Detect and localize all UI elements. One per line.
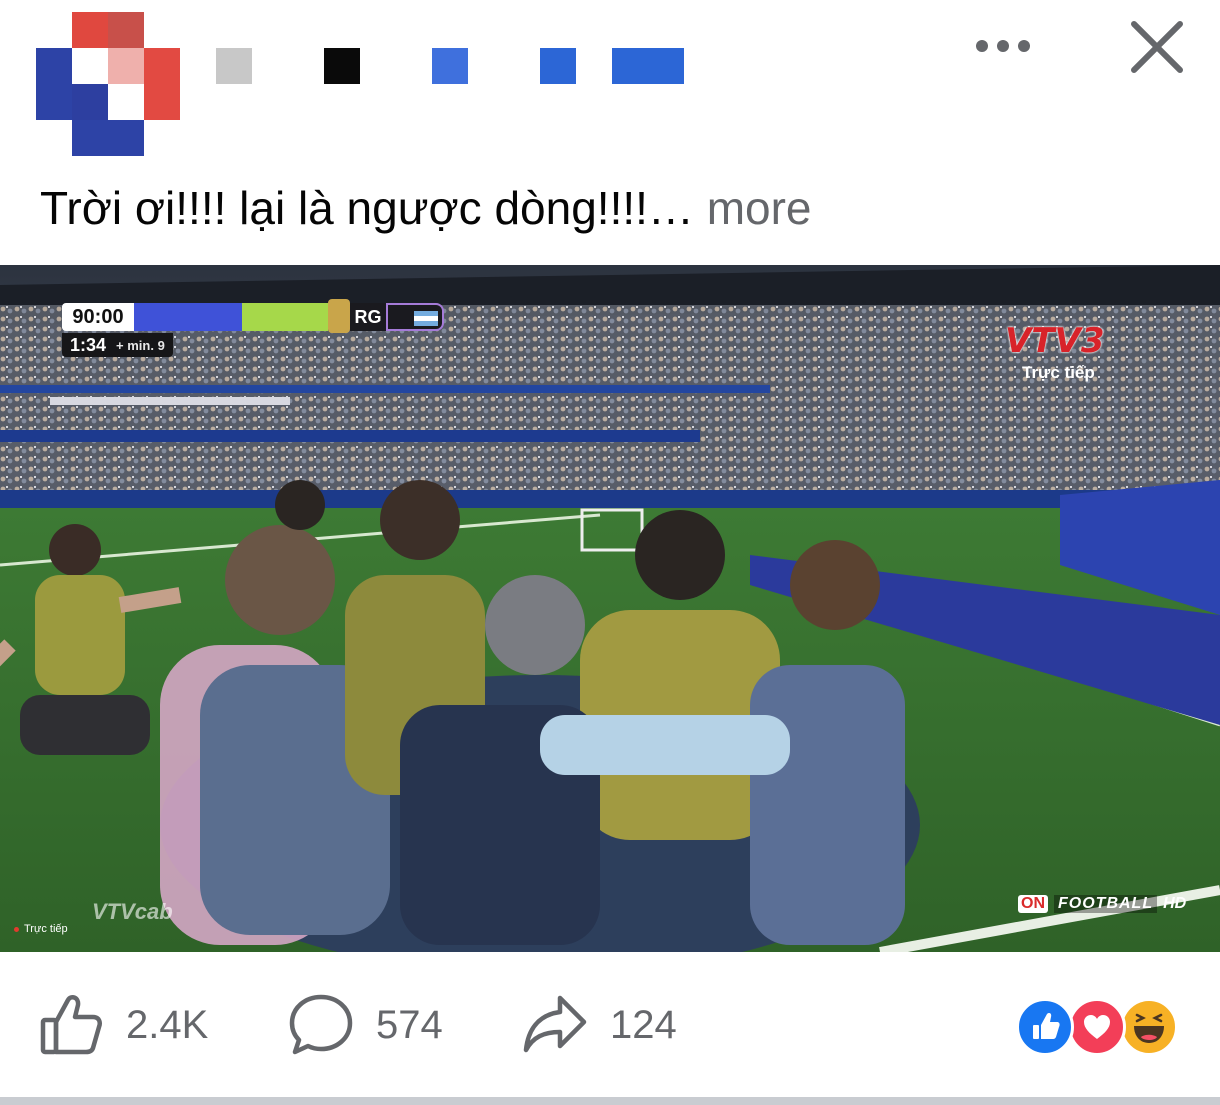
argentina-flag-icon xyxy=(386,303,444,331)
team-color-bar xyxy=(134,303,242,331)
redaction-block xyxy=(540,48,576,84)
avatar-pixel xyxy=(36,48,72,84)
share-button[interactable]: 124 xyxy=(522,987,677,1063)
on-logo-text: ON xyxy=(1018,895,1048,913)
watermark-logo: VTVcab xyxy=(92,899,173,924)
redaction-block xyxy=(324,48,360,84)
avatar-pixel xyxy=(36,84,72,120)
on-football-hd-logo: ON FOOTBALL HD xyxy=(1018,891,1186,917)
like-reaction-icon xyxy=(1016,998,1074,1056)
author-avatar[interactable] xyxy=(36,12,180,156)
dot-icon xyxy=(976,40,988,52)
caption-text: Trời ơi!!!! lại là ngược dòng!!!!… xyxy=(40,182,694,234)
post-header xyxy=(0,0,1220,160)
added-minutes: + min. 9 xyxy=(116,337,165,353)
bottom-live-text: Trực tiếp xyxy=(24,923,68,935)
avatar-pixel xyxy=(72,12,108,48)
redaction-block xyxy=(612,48,684,84)
redaction-block xyxy=(432,48,468,84)
live-dot-icon xyxy=(14,926,19,932)
avatar-pixel xyxy=(108,120,144,156)
reaction-summary[interactable] xyxy=(1016,998,1178,1056)
vtv3-logo-text: VTV3 xyxy=(1005,321,1105,361)
match-time: 90:00 xyxy=(62,303,134,331)
avatar-pixel xyxy=(108,84,144,120)
bottom-live-label: Trực tiếp xyxy=(14,923,68,935)
team-color-bar xyxy=(242,303,328,331)
scoreboard: 90:00 RG 1:34 + min. 9 xyxy=(62,299,446,359)
post-actions: 2.4K 574 124 xyxy=(0,975,1220,1075)
avatar-pixel xyxy=(72,120,108,156)
thumbs-up-icon xyxy=(40,995,102,1055)
more-options-button[interactable] xyxy=(968,24,1038,68)
channel-logo: VTV3 xyxy=(1005,321,1115,361)
haha-reaction-icon xyxy=(1120,998,1178,1056)
share-icon xyxy=(523,995,587,1053)
team-code: RG xyxy=(350,303,386,331)
see-more-link[interactable]: more xyxy=(707,182,812,234)
dot-icon xyxy=(997,40,1009,52)
hd-logo-text: HD xyxy=(1163,895,1187,912)
avatar-pixel xyxy=(108,48,144,84)
post-caption: Trời ơi!!!! lại là ngược dòng!!!!… more xyxy=(40,178,812,238)
dot-icon xyxy=(1018,40,1030,52)
close-icon xyxy=(1131,21,1183,73)
redaction-block xyxy=(216,48,252,84)
love-reaction-icon xyxy=(1068,998,1126,1056)
avatar-pixel xyxy=(72,84,108,120)
share-count: 124 xyxy=(610,1002,677,1047)
like-count: 2.4K xyxy=(126,1002,209,1047)
trophy-icon xyxy=(328,299,350,333)
like-button[interactable]: 2.4K xyxy=(38,987,208,1063)
post-video[interactable]: 90:00 RG 1:34 + min. 9 VTV3 Trực tiếp VT… xyxy=(0,265,1220,952)
avatar-pixel xyxy=(108,12,144,48)
comment-icon xyxy=(289,994,353,1055)
live-label: Trực tiếp xyxy=(1022,363,1095,382)
comment-count: 574 xyxy=(376,1002,443,1047)
added-time-clock: 1:34 xyxy=(70,334,107,355)
close-button[interactable] xyxy=(1124,14,1190,80)
bottom-divider xyxy=(0,1097,1220,1105)
football-logo-text: FOOTBALL xyxy=(1054,895,1158,913)
added-time: 1:34 + min. 9 xyxy=(62,333,173,357)
avatar-pixel xyxy=(144,48,180,84)
comment-button[interactable]: 574 xyxy=(288,987,443,1063)
avatar-pixel xyxy=(72,48,108,84)
avatar-pixel xyxy=(144,84,180,120)
